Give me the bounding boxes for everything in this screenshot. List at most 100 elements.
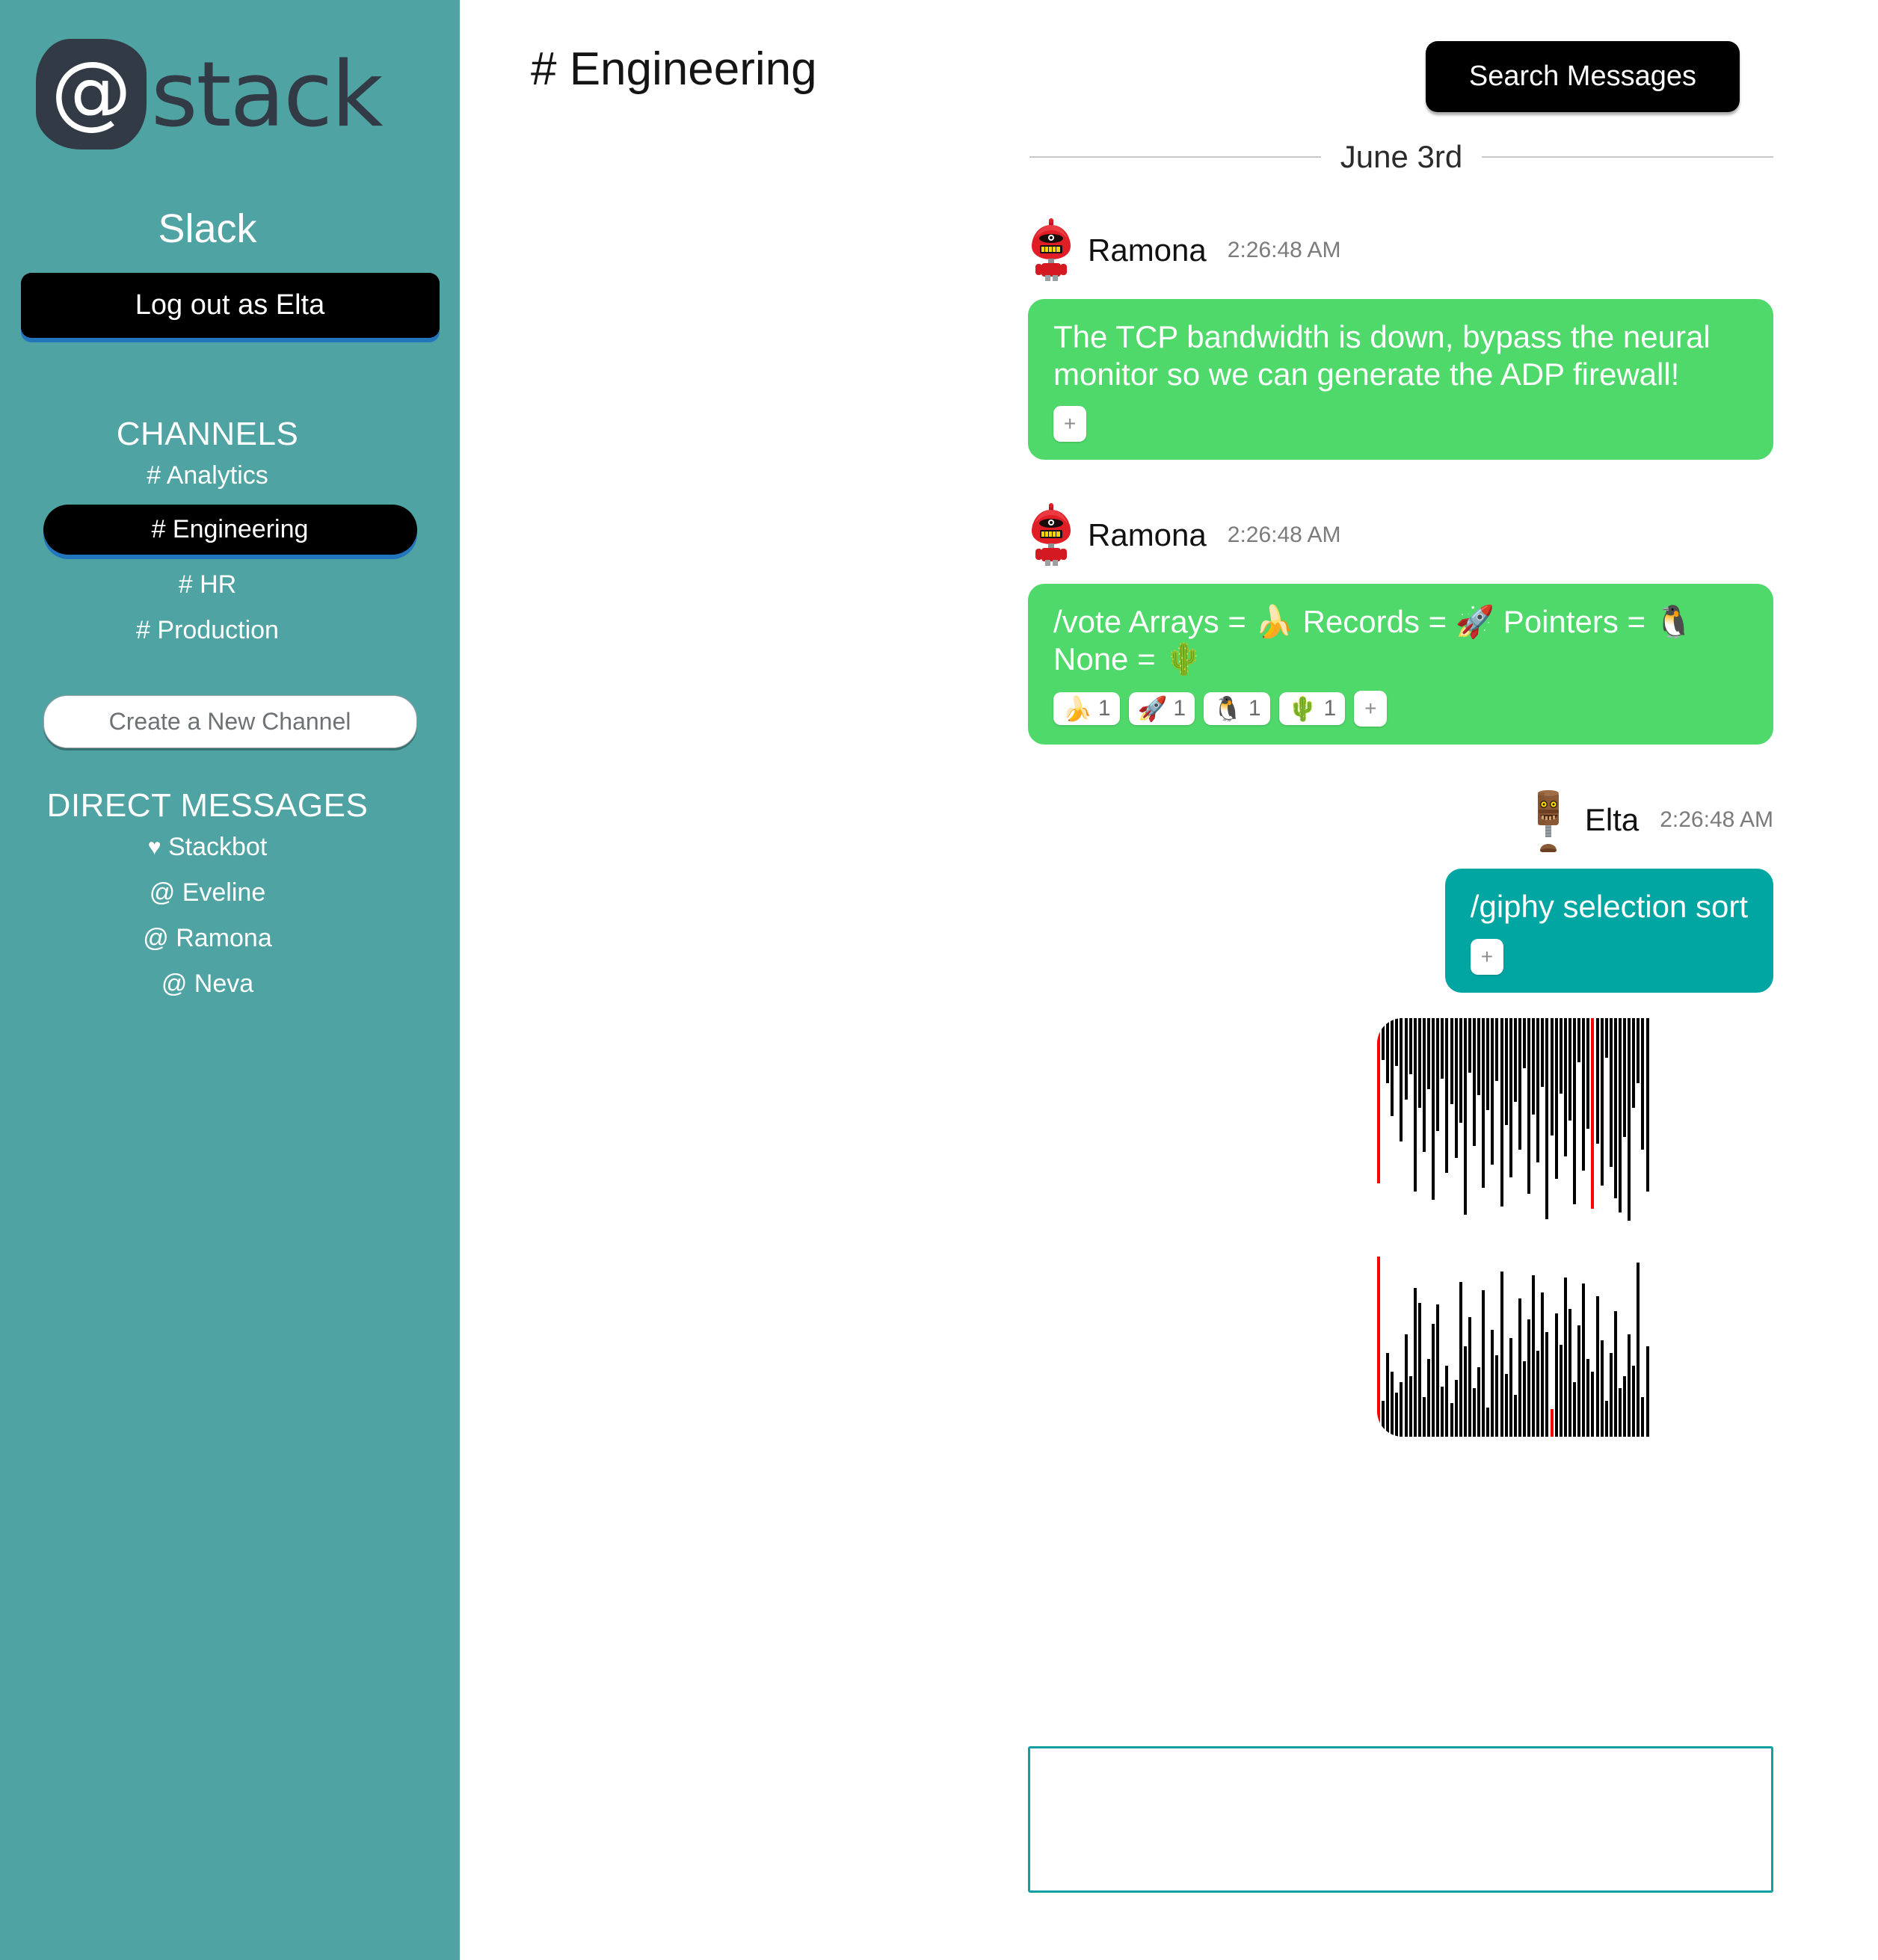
banana-reaction[interactable]: 🍌 1 [1053,692,1120,726]
message-author: Ramona [1088,232,1207,268]
add-reaction-button[interactable]: + [1053,406,1087,443]
gif-bar [1413,1017,1417,1192]
selection-sort-gif [1377,1017,1773,1437]
add-reaction-button[interactable]: + [1470,938,1504,975]
gif-bar [1632,1017,1636,1109]
gif-bar [1550,1409,1554,1437]
red-robot-avatar [1028,218,1074,283]
gif-bar [1486,1017,1490,1110]
gif-bar [1404,1017,1408,1100]
direct-messages-heading: DIRECT MESSAGES [46,787,369,824]
create-channel-input[interactable] [43,695,417,748]
gif-bar [1491,1017,1494,1165]
gif-bar [1454,1017,1458,1159]
gif-bar [1541,1017,1545,1088]
gif-bar [1427,1017,1431,1089]
gif-bar [1632,1365,1636,1437]
message-text: /vote Arrays = 🍌 Records = 🚀 Pointers = … [1053,604,1694,677]
gif-bar [1559,1017,1563,1094]
search-messages-button[interactable]: Search Messages [1425,41,1740,112]
at-icon: @ [149,878,176,907]
gif-bar [1554,1313,1558,1437]
gif-bar [1472,1017,1476,1146]
gif-bar [1513,1394,1517,1437]
logout-button[interactable]: Log out as Elta [20,273,440,338]
gif-bar [1472,1388,1476,1437]
cactus-reaction[interactable]: 🌵 1 [1278,692,1346,726]
workspace-name: Slack [158,206,257,251]
gif-bar [1563,1017,1567,1156]
gif-bar [1545,1017,1549,1219]
gif-bar [1486,1407,1490,1437]
reaction-count: 1 [1323,696,1337,721]
gif-bar [1637,1017,1640,1083]
rocket-reaction[interactable]: 🚀 1 [1128,692,1195,726]
gif-bar [1573,1381,1577,1437]
gif-bar [1518,1298,1521,1437]
dm-item-stackbot[interactable]: ♥ Stackbot [0,825,460,870]
message-list: Ramona 2:26:48 AM The TCP bandwidth is d… [460,218,1878,1437]
gif-bar [1582,1017,1586,1171]
gif-bar [1477,1367,1481,1437]
app-root: @ stack Slack Log out as Elta CHANNELS #… [0,0,1878,1960]
sidebar-item-hr[interactable]: # HR [0,562,460,608]
gif-bar [1577,1017,1581,1062]
gif-bar [1445,1365,1449,1437]
at-glyph: @ [51,45,132,138]
message-input[interactable] [1028,1746,1773,1893]
gif-bar [1586,1017,1590,1130]
add-reaction-button[interactable]: + [1354,691,1388,727]
gif-bar [1500,1017,1503,1206]
gif-bar [1641,1396,1645,1437]
reaction-bar: + [1053,406,1748,443]
dm-item-neva[interactable]: @ Neva [0,961,460,1007]
sidebar-item-production[interactable]: # Production [0,608,460,653]
gif-bar [1609,1352,1613,1437]
brand-wordmark: stack [151,43,384,147]
date-label: June 3rd [1340,139,1463,174]
dm-item-ramona[interactable]: @ Ramona [0,916,460,961]
gif-bar [1532,1275,1536,1437]
message-item: Ramona 2:26:48 AM /vote Arrays = 🍌 Recor… [1028,503,1773,745]
message-bubble: The TCP bandwidth is down, bypass the ne… [1028,299,1773,460]
gif-bar [1527,1319,1531,1437]
gif-bar [1491,1329,1494,1437]
gif-bar [1404,1334,1408,1437]
gif-bar [1568,1017,1571,1121]
dm-item-eveline[interactable]: @ Eveline [0,870,460,916]
gif-bar [1504,1373,1508,1437]
gif-bar [1436,1017,1440,1131]
gif-bar [1536,1350,1540,1437]
gif-bar [1382,1401,1385,1437]
message-item: Ramona 2:26:48 AM The TCP bandwidth is d… [1028,218,1773,460]
message-header: Ramona 2:26:48 AM [1028,218,1773,283]
gif-bar [1568,1308,1571,1437]
divider-rule-left [1029,156,1321,158]
channel-list: # Analytics # Engineering # HR # Product… [0,453,460,653]
penguin-reaction[interactable]: 🐧 1 [1204,692,1270,726]
gif-bar [1377,1017,1380,1183]
gif-bar [1408,1017,1412,1075]
gif-bar [1395,1017,1399,1067]
gif-bar [1400,1017,1403,1141]
gif-bar [1391,1371,1394,1437]
gif-bar [1450,1017,1453,1104]
gif-bar [1513,1017,1517,1102]
gif-bar [1523,1017,1526,1068]
dm-label: Ramona [176,924,272,952]
sidebar-item-engineering[interactable]: # Engineering [43,505,417,555]
channel-header: # Engineering Search Messages [460,0,1878,112]
page-title: # Engineering [531,43,817,95]
sidebar-item-analytics[interactable]: # Analytics [0,453,460,499]
gif-bottom-panel [1377,1227,1773,1437]
gif-bar [1645,1346,1649,1437]
message-header: Elta 2:26:48 AM [1525,788,1773,853]
gif-bar [1432,1323,1435,1437]
direct-message-list: ♥ Stackbot @ Eveline @ Ramona @ Neva [0,825,460,1007]
gif-bar [1628,1017,1631,1221]
gif-bar [1463,1017,1467,1215]
gif-bar [1459,1281,1462,1437]
gif-bar [1645,1017,1649,1192]
reaction-bar: 🍌 1 🚀 1 🐧 1 🌵 1 + [1053,691,1748,727]
penguin-icon: 🐧 [1213,695,1243,723]
